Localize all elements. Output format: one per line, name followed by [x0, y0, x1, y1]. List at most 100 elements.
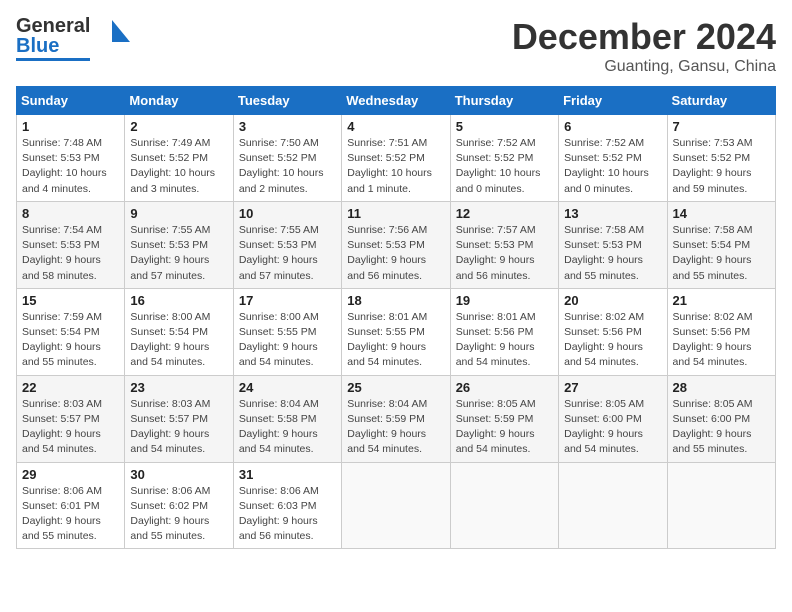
calendar-week-row: 29 Sunrise: 8:06 AMSunset: 6:01 PMDayligh…	[17, 462, 776, 549]
day-number: 11	[347, 206, 444, 221]
day-info: Sunrise: 8:03 AMSunset: 5:57 PMDaylight:…	[130, 397, 227, 458]
logo-blue-text: Blue	[16, 36, 90, 56]
header-tuesday: Tuesday	[233, 87, 341, 115]
day-number: 25	[347, 380, 444, 395]
calendar-cell	[667, 462, 775, 549]
calendar-cell	[450, 462, 558, 549]
header-sunday: Sunday	[17, 87, 125, 115]
day-info: Sunrise: 7:52 AMSunset: 5:52 PMDaylight:…	[564, 136, 661, 197]
day-number: 12	[456, 206, 553, 221]
calendar-cell: 1 Sunrise: 7:48 AMSunset: 5:53 PMDaylight…	[17, 115, 125, 202]
calendar-cell: 19 Sunrise: 8:01 AMSunset: 5:56 PMDayligh…	[450, 288, 558, 375]
day-info: Sunrise: 7:49 AMSunset: 5:52 PMDaylight:…	[130, 136, 227, 197]
day-info: Sunrise: 8:01 AMSunset: 5:56 PMDaylight:…	[456, 310, 553, 371]
header-thursday: Thursday	[450, 87, 558, 115]
calendar-cell: 14 Sunrise: 7:58 AMSunset: 5:54 PMDayligh…	[667, 201, 775, 288]
calendar-week-row: 8Sunrise: 7:54 AMSunset: 5:53 PMDaylight…	[17, 201, 776, 288]
day-number: 16	[130, 293, 227, 308]
calendar-cell: 8Sunrise: 7:54 AMSunset: 5:53 PMDaylight…	[17, 201, 125, 288]
calendar-body: 1 Sunrise: 7:48 AMSunset: 5:53 PMDaylight…	[17, 115, 776, 549]
day-number: 10	[239, 206, 336, 221]
day-number: 27	[564, 380, 661, 395]
day-info: Sunrise: 7:55 AMSunset: 5:53 PMDaylight:…	[130, 223, 227, 284]
day-info: Sunrise: 8:06 AMSunset: 6:02 PMDaylight:…	[130, 484, 227, 545]
calendar-cell: 31Sunrise: 8:06 AMSunset: 6:03 PMDayligh…	[233, 462, 341, 549]
calendar-cell: 26 Sunrise: 8:05 AMSunset: 5:59 PMDayligh…	[450, 375, 558, 462]
day-info: Sunrise: 8:01 AMSunset: 5:55 PMDaylight:…	[347, 310, 444, 371]
day-info: Sunrise: 8:02 AMSunset: 5:56 PMDaylight:…	[673, 310, 770, 371]
calendar-cell: 6 Sunrise: 7:52 AMSunset: 5:52 PMDaylight…	[559, 115, 667, 202]
calendar-cell: 17 Sunrise: 8:00 AMSunset: 5:55 PMDayligh…	[233, 288, 341, 375]
day-info: Sunrise: 7:57 AMSunset: 5:53 PMDaylight:…	[456, 223, 553, 284]
logo-triangle-icon	[112, 20, 130, 42]
day-info: Sunrise: 8:04 AMSunset: 5:59 PMDaylight:…	[347, 397, 444, 458]
day-number: 1	[22, 119, 119, 134]
day-number: 18	[347, 293, 444, 308]
calendar-cell: 13 Sunrise: 7:58 AMSunset: 5:53 PMDayligh…	[559, 201, 667, 288]
calendar-cell: 15Sunrise: 7:59 AMSunset: 5:54 PMDayligh…	[17, 288, 125, 375]
day-number: 2	[130, 119, 227, 134]
location-subtitle: Guanting, Gansu, China	[512, 58, 776, 76]
day-info: Sunrise: 7:48 AMSunset: 5:53 PMDaylight:…	[22, 136, 119, 197]
weekday-header-row: Sunday Monday Tuesday Wednesday Thursday…	[17, 87, 776, 115]
calendar-cell: 23 Sunrise: 8:03 AMSunset: 5:57 PMDayligh…	[125, 375, 233, 462]
calendar-week-row: 1 Sunrise: 7:48 AMSunset: 5:53 PMDaylight…	[17, 115, 776, 202]
day-number: 9	[130, 206, 227, 221]
calendar-week-row: 15Sunrise: 7:59 AMSunset: 5:54 PMDayligh…	[17, 288, 776, 375]
calendar-cell: 3Sunrise: 7:50 AMSunset: 5:52 PMDaylight…	[233, 115, 341, 202]
day-number: 14	[673, 206, 770, 221]
day-info: Sunrise: 7:59 AMSunset: 5:54 PMDaylight:…	[22, 310, 119, 371]
day-number: 21	[673, 293, 770, 308]
calendar-header: Sunday Monday Tuesday Wednesday Thursday…	[17, 87, 776, 115]
day-info: Sunrise: 7:58 AMSunset: 5:54 PMDaylight:…	[673, 223, 770, 284]
day-number: 20	[564, 293, 661, 308]
calendar-cell: 18 Sunrise: 8:01 AMSunset: 5:55 PMDayligh…	[342, 288, 450, 375]
day-info: Sunrise: 8:05 AMSunset: 5:59 PMDaylight:…	[456, 397, 553, 458]
calendar-cell: 24 Sunrise: 8:04 AMSunset: 5:58 PMDayligh…	[233, 375, 341, 462]
day-number: 5	[456, 119, 553, 134]
month-year-title: December 2024	[512, 16, 776, 58]
calendar-cell: 25 Sunrise: 8:04 AMSunset: 5:59 PMDayligh…	[342, 375, 450, 462]
calendar-cell: 5Sunrise: 7:52 AMSunset: 5:52 PMDaylight…	[450, 115, 558, 202]
day-number: 26	[456, 380, 553, 395]
day-number: 31	[239, 467, 336, 482]
calendar-table: Sunday Monday Tuesday Wednesday Thursday…	[16, 86, 776, 549]
header-wednesday: Wednesday	[342, 87, 450, 115]
logo-underline	[16, 58, 90, 61]
day-number: 13	[564, 206, 661, 221]
day-number: 19	[456, 293, 553, 308]
calendar-cell: 10Sunrise: 7:55 AMSunset: 5:53 PMDayligh…	[233, 201, 341, 288]
header-saturday: Saturday	[667, 87, 775, 115]
day-info: Sunrise: 8:00 AMSunset: 5:55 PMDaylight:…	[239, 310, 336, 371]
calendar-cell: 21 Sunrise: 8:02 AMSunset: 5:56 PMDayligh…	[667, 288, 775, 375]
day-number: 3	[239, 119, 336, 134]
calendar-cell: 27 Sunrise: 8:05 AMSunset: 6:00 PMDayligh…	[559, 375, 667, 462]
day-info: Sunrise: 7:56 AMSunset: 5:53 PMDaylight:…	[347, 223, 444, 284]
day-info: Sunrise: 7:58 AMSunset: 5:53 PMDaylight:…	[564, 223, 661, 284]
day-number: 23	[130, 380, 227, 395]
day-number: 30	[130, 467, 227, 482]
day-info: Sunrise: 8:05 AMSunset: 6:00 PMDaylight:…	[564, 397, 661, 458]
day-number: 24	[239, 380, 336, 395]
day-number: 7	[673, 119, 770, 134]
calendar-week-row: 22Sunrise: 8:03 AMSunset: 5:57 PMDayligh…	[17, 375, 776, 462]
day-number: 6	[564, 119, 661, 134]
calendar-cell: 30 Sunrise: 8:06 AMSunset: 6:02 PMDayligh…	[125, 462, 233, 549]
calendar-cell	[342, 462, 450, 549]
day-info: Sunrise: 8:06 AMSunset: 6:01 PMDaylight:…	[22, 484, 119, 545]
day-number: 29	[22, 467, 119, 482]
day-number: 28	[673, 380, 770, 395]
day-info: Sunrise: 8:05 AMSunset: 6:00 PMDaylight:…	[673, 397, 770, 458]
calendar-cell	[559, 462, 667, 549]
day-info: Sunrise: 7:53 AMSunset: 5:52 PMDaylight:…	[673, 136, 770, 197]
day-info: Sunrise: 8:02 AMSunset: 5:56 PMDaylight:…	[564, 310, 661, 371]
day-info: Sunrise: 7:51 AMSunset: 5:52 PMDaylight:…	[347, 136, 444, 197]
page-header: General Blue December 2024 Guanting, Gan…	[16, 16, 776, 76]
logo-general-text: General	[16, 16, 90, 36]
day-info: Sunrise: 8:03 AMSunset: 5:57 PMDaylight:…	[22, 397, 119, 458]
day-number: 8	[22, 206, 119, 221]
calendar-cell: 22Sunrise: 8:03 AMSunset: 5:57 PMDayligh…	[17, 375, 125, 462]
day-number: 17	[239, 293, 336, 308]
calendar-cell: 7 Sunrise: 7:53 AMSunset: 5:52 PMDaylight…	[667, 115, 775, 202]
day-info: Sunrise: 8:04 AMSunset: 5:58 PMDaylight:…	[239, 397, 336, 458]
